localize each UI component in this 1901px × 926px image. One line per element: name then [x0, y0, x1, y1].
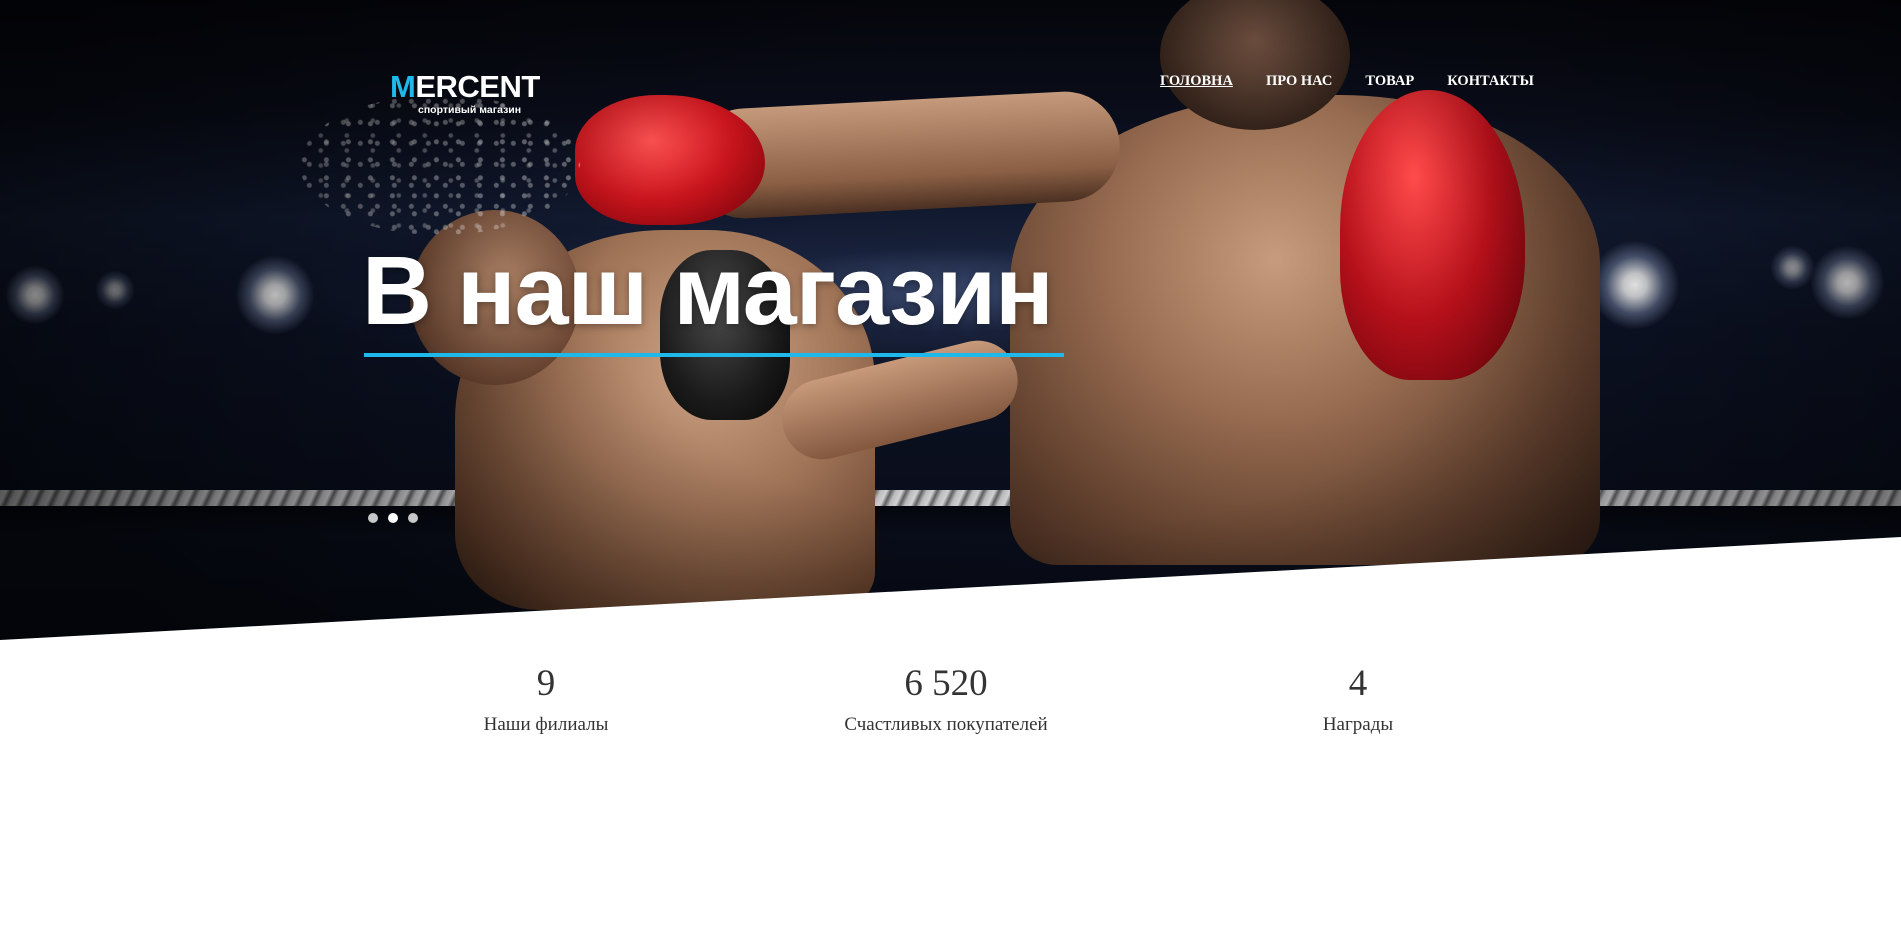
nav-item-home[interactable]: ГОЛОВНА	[1160, 73, 1233, 93]
main-nav: ГОЛОВНА ПРО НАС ТОВАР КОНТАКТЫ	[1160, 73, 1567, 93]
stat-value: 9	[536, 663, 556, 704]
slider-dots	[368, 513, 428, 523]
slider-dot-active[interactable]	[388, 513, 398, 523]
logo-rest: ERCENT	[415, 69, 540, 104]
stat-awards: 4 Награды	[1188, 662, 1528, 736]
nav-item-about[interactable]: ПРО НАС	[1266, 73, 1332, 93]
logo-wordmark: MERCENT	[390, 70, 560, 104]
slider-dot[interactable]	[368, 513, 378, 523]
nav-item-products[interactable]: ТОВАР	[1365, 73, 1414, 93]
hero-title: В наш магазин	[362, 236, 1054, 345]
stat-label: Награды	[1322, 714, 1394, 735]
logo-tagline: спортивый магазин	[418, 104, 522, 116]
slider-dot[interactable]	[408, 513, 418, 523]
stat-branches: 9 Наши филиалы	[376, 662, 716, 736]
stat-value: 6 520	[904, 663, 988, 704]
stat-customers: 6 520 Счастливых покупателей	[776, 662, 1116, 736]
stat-label: Наши филиалы	[483, 714, 609, 735]
stat-value: 4	[1348, 663, 1368, 704]
logo-initial: M	[390, 69, 416, 104]
hero-title-underline	[364, 353, 1064, 357]
stat-label: Счастливых покупателей	[844, 714, 1048, 735]
nav-item-contacts[interactable]: КОНТАКТЫ	[1447, 73, 1534, 93]
site-logo[interactable]: MERCENT спортивый магазин	[390, 70, 560, 120]
